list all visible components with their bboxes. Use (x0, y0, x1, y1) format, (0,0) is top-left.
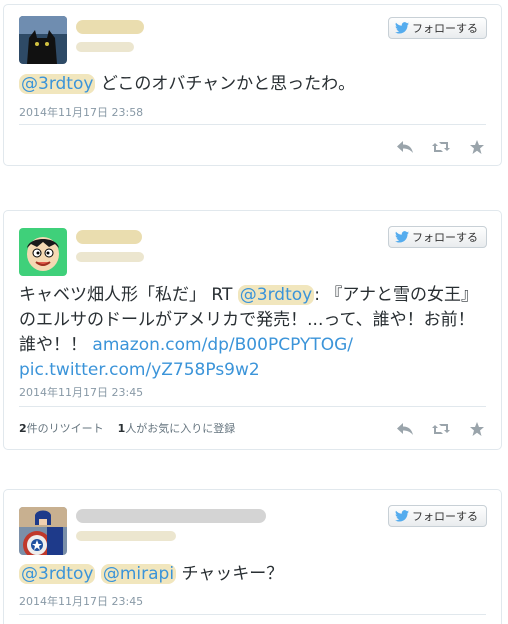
tweet-actions (395, 421, 487, 437)
favorite-stat[interactable]: 1人がお気に入りに登録 (118, 422, 236, 435)
star-icon[interactable] (467, 139, 487, 155)
avatar[interactable] (19, 228, 67, 276)
mention-link[interactable]: @3rdtoy (19, 74, 96, 94)
retweet-stat[interactable]: 2件のリツイート (19, 422, 104, 435)
retweet-icon[interactable] (431, 421, 451, 437)
twitter-bird-icon (395, 231, 409, 243)
tweet-body: キャベツ畑人形「私だ」 RT (19, 285, 238, 305)
mention-link[interactable]: @3rdtoy (237, 285, 315, 305)
tweet-actions (395, 139, 487, 155)
tweet-timestamp[interactable]: 2014年11月17日 23:45 (19, 593, 143, 609)
screen-name[interactable] (76, 251, 144, 267)
reply-icon[interactable] (395, 139, 415, 155)
mention-link[interactable]: @3rdtoy (19, 564, 96, 584)
follow-label: フォローする (412, 231, 478, 244)
divider (19, 614, 486, 615)
display-name[interactable] (76, 19, 144, 37)
tweet-text: @3rdtoy どこのオバチャンかと思ったわ。 (19, 72, 486, 97)
tweet-body: チャッキー？ (176, 564, 284, 584)
follow-label: フォローする (412, 22, 478, 35)
twitter-bird-icon (395, 510, 409, 522)
url-link[interactable]: amazon.com/dp/B00PCPYTOG/ (92, 335, 353, 355)
tweet-text: @3rdtoy @mirapi チャッキー？ (19, 562, 486, 587)
avatar[interactable] (19, 16, 67, 64)
tweet-body: どこのオバチャンかと思ったわ。 (95, 74, 356, 94)
tweet-card: フォローする @3rdtoy @mirapi チャッキー？ 2014年11月17… (3, 489, 502, 624)
screen-name[interactable] (76, 41, 134, 57)
tweet-card: フォローする キャベツ畑人形「私だ」 RT @3rdtoy: 『アナと雪の女王』… (3, 210, 502, 450)
tweet-text: キャベツ畑人形「私だ」 RT @3rdtoy: 『アナと雪の女王』のエルサのドー… (19, 283, 486, 383)
display-name[interactable] (76, 229, 142, 247)
avatar[interactable] (19, 507, 67, 555)
tweet-timestamp[interactable]: 2014年11月17日 23:58 (19, 104, 143, 120)
tweet-timestamp[interactable]: 2014年11月17日 23:45 (19, 384, 143, 400)
follow-button[interactable]: フォローする (388, 17, 487, 39)
display-name[interactable] (76, 508, 266, 526)
divider (19, 406, 486, 407)
retweet-icon[interactable] (431, 139, 451, 155)
follow-button[interactable]: フォローする (388, 505, 487, 527)
follow-button[interactable]: フォローする (388, 226, 487, 248)
follow-label: フォローする (412, 510, 478, 523)
star-icon[interactable] (467, 421, 487, 437)
screen-name[interactable] (76, 530, 176, 546)
pic-link[interactable]: pic.twitter.com/yZ758Ps9w2 (19, 360, 260, 380)
tweet-stats: 2件のリツイート 1人がお気に入りに登録 (19, 420, 235, 436)
divider (19, 124, 486, 125)
mention-link[interactable]: @mirapi (100, 564, 177, 584)
reply-icon[interactable] (395, 421, 415, 437)
tweet-card: フォローする @3rdtoy どこのオバチャンかと思ったわ。 2014年11月1… (3, 4, 502, 166)
twitter-bird-icon (395, 22, 409, 34)
